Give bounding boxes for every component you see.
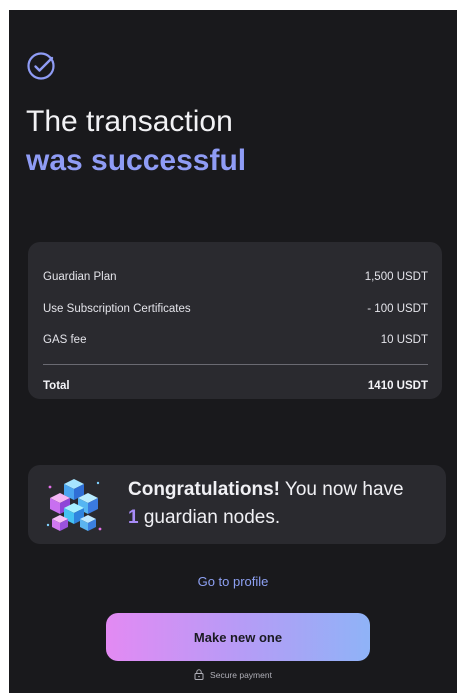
secure-payment-note: Secure payment bbox=[9, 669, 457, 680]
summary-total-label: Total bbox=[43, 380, 70, 392]
summary-row: Guardian Plan 1,500 USDT bbox=[43, 269, 428, 285]
summary-row: GAS fee 10 USDT bbox=[43, 332, 428, 348]
summary-divider bbox=[43, 364, 428, 365]
make-new-one-label: Make new one bbox=[193, 629, 283, 645]
summary-row: Use Subscription Certificates - 100 USDT bbox=[43, 301, 428, 317]
transaction-summary-card: Guardian Plan 1,500 USDT Use Subscriptio… bbox=[28, 242, 442, 399]
congratulations-text: You now have bbox=[280, 479, 404, 500]
success-screen: The transaction was successful Guardian … bbox=[9, 10, 457, 693]
congratulations-heading: Congratulations! bbox=[128, 479, 280, 500]
summary-row-label: Guardian Plan bbox=[43, 271, 117, 283]
summary-row-label: GAS fee bbox=[43, 334, 87, 346]
summary-total-value: 1410 USDT bbox=[367, 380, 428, 392]
summary-row-value: 1,500 USDT bbox=[364, 271, 428, 283]
congratulations-card: Congratulations! You now have 1 guardian… bbox=[28, 465, 446, 544]
secure-payment-label: Secure payment bbox=[210, 669, 272, 680]
page-title-highlight: was successful bbox=[26, 144, 247, 177]
summary-total-row: Total 1410 USDT bbox=[43, 378, 428, 394]
congratulations-message: Congratulations! You now have 1 guardian… bbox=[128, 476, 433, 532]
guardian-node-count: 1 bbox=[128, 507, 139, 528]
page-title: The transaction bbox=[26, 105, 233, 138]
summary-row-value: 10 USDT bbox=[380, 334, 428, 346]
cubes-icon bbox=[46, 479, 102, 531]
check-circle-icon bbox=[27, 52, 55, 80]
lock-icon bbox=[194, 669, 204, 680]
summary-row-label: Use Subscription Certificates bbox=[43, 303, 191, 315]
go-to-profile-link[interactable]: Go to profile bbox=[9, 574, 457, 590]
make-new-one-button[interactable]: Make new one bbox=[106, 613, 370, 661]
congratulations-text-end: guardian nodes. bbox=[138, 507, 281, 528]
page: The transaction was successful Guardian … bbox=[0, 0, 465, 695]
summary-row-value: - 100 USDT bbox=[367, 303, 428, 315]
